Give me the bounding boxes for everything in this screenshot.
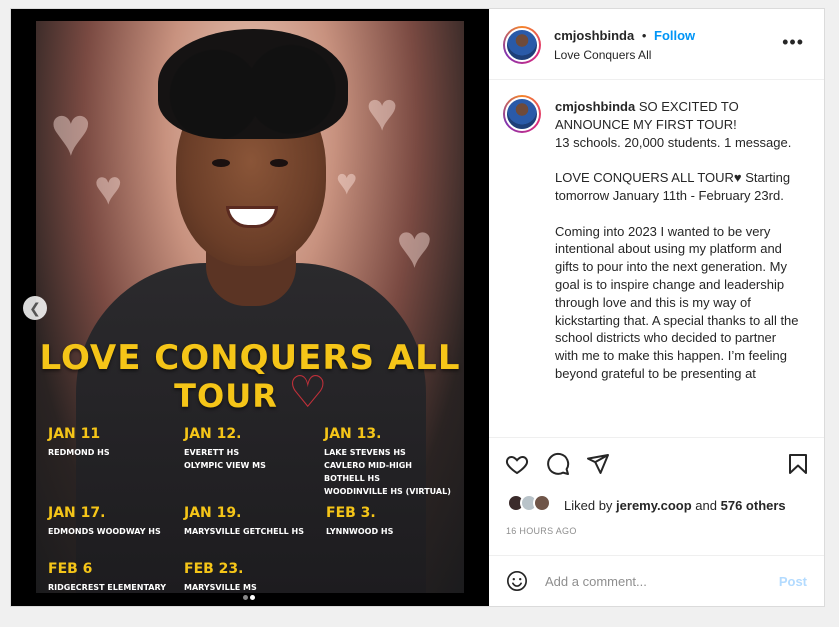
liked-by-others-link[interactable]: 576 others xyxy=(721,498,786,513)
carousel-indicator xyxy=(242,587,256,605)
emoji-icon[interactable] xyxy=(506,570,528,592)
save-bookmark-icon[interactable] xyxy=(786,452,810,476)
tour-poster-image: ♥ ♥ ♥ ♥ ♥ LOVE CONQUERS ALL TOUR ♡ JAN 1… xyxy=(36,21,464,593)
tour-stop: JAN 17. EDMONDS WOODWAY HS xyxy=(48,505,161,536)
post-timestamp[interactable]: 16 HOURS AGO xyxy=(506,526,577,536)
tour-stop: FEB 6 RIDGECREST ELEMENTARY xyxy=(48,561,166,592)
caption-body: SO EXCITED TO ANNOUNCE MY FIRST TOUR! 13… xyxy=(555,99,799,381)
comment-bar: Add a comment... Post xyxy=(489,555,824,606)
tour-heart-icon: ♡ xyxy=(288,368,328,417)
avatar[interactable] xyxy=(503,95,541,133)
bokeh-heart: ♥ xyxy=(366,82,399,142)
separator: • xyxy=(641,28,647,43)
avatar[interactable] xyxy=(503,26,541,64)
header-user-line: cmjoshbinda • Follow xyxy=(554,28,695,43)
post-actions: Liked by jeremy.coop and 576 others 16 H… xyxy=(489,437,824,554)
caption-text: cmjoshbinda SO EXCITED TO ANNOUNCE MY FI… xyxy=(555,98,800,383)
location-link[interactable]: Love Conquers All xyxy=(554,48,651,62)
tour-stop: JAN 12. EVERETT HS OLYMPIC VIEW MS xyxy=(184,426,266,470)
chevron-left-icon: ❮ xyxy=(29,300,41,316)
post-media: ♥ ♥ ♥ ♥ ♥ LOVE CONQUERS ALL TOUR ♡ JAN 1… xyxy=(11,9,489,606)
bokeh-heart: ♥ xyxy=(94,162,123,215)
bokeh-heart: ♥ xyxy=(50,92,92,170)
username-link[interactable]: cmjoshbinda xyxy=(554,28,634,43)
more-options-icon[interactable]: ••• xyxy=(782,33,804,51)
tour-stop: JAN 11 REDMOND HS xyxy=(48,426,110,457)
carousel-dot xyxy=(243,595,248,600)
likes-summary: Liked by jeremy.coop and 576 others xyxy=(564,498,786,513)
tour-stop: FEB 3. LYNNWOOD HS xyxy=(326,505,394,536)
post-dialog: ♥ ♥ ♥ ♥ ♥ LOVE CONQUERS ALL TOUR ♡ JAN 1… xyxy=(10,8,825,607)
poster-title-line1: LOVE CONQUERS ALL xyxy=(39,338,461,378)
share-icon[interactable] xyxy=(586,452,610,476)
caption-area[interactable]: cmjoshbinda SO EXCITED TO ANNOUNCE MY FI… xyxy=(489,81,824,437)
comment-input[interactable]: Add a comment... xyxy=(545,574,647,589)
tour-stop: JAN 19. MARYSVILLE GETCHELL HS xyxy=(184,505,304,536)
bokeh-heart: ♥ xyxy=(396,212,433,281)
eye xyxy=(212,159,230,167)
liked-by-prefix: Liked by xyxy=(564,498,613,513)
comment-icon[interactable] xyxy=(546,452,570,476)
post-sidebar: cmjoshbinda • Follow Love Conquers All •… xyxy=(489,9,824,606)
tour-stop: JAN 13. LAKE STEVENS HS CAVLERO MID-HIGH… xyxy=(324,426,451,496)
carousel-prev-button[interactable]: ❮ xyxy=(23,296,47,320)
post-comment-button[interactable]: Post xyxy=(779,574,807,589)
bokeh-heart: ♥ xyxy=(336,161,358,202)
eye xyxy=(270,159,288,167)
post-header: cmjoshbinda • Follow Love Conquers All •… xyxy=(489,9,824,80)
liked-by-and: and xyxy=(695,498,717,513)
avatar xyxy=(533,494,551,512)
liked-by-user-link[interactable]: jeremy.coop xyxy=(616,498,692,513)
follow-button[interactable]: Follow xyxy=(654,28,695,43)
like-heart-icon[interactable] xyxy=(505,452,529,476)
caption-username[interactable]: cmjoshbinda xyxy=(555,99,635,114)
carousel-dot-active xyxy=(250,595,255,600)
hair-shape xyxy=(158,29,348,139)
poster-title-line2: TOUR xyxy=(174,377,278,415)
